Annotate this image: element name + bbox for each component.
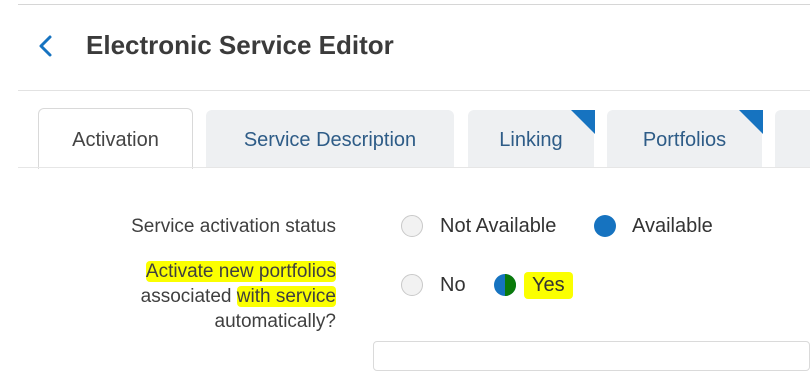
tab-bar: Activation Service Description Linking P… [0, 108, 810, 169]
corner-marker-icon [739, 110, 763, 134]
tab-partial[interactable] [775, 110, 810, 168]
radio-not-available[interactable] [401, 215, 423, 237]
next-field-box[interactable] [373, 341, 810, 371]
top-divider [18, 4, 810, 5]
tab-baseline [18, 167, 810, 168]
page-title: Electronic Service Editor [86, 30, 394, 60]
header-divider [18, 90, 810, 91]
option-not-available-label: Not Available [440, 215, 557, 237]
label-line-2-start: associated [140, 286, 237, 307]
tab-linking[interactable]: Linking [468, 110, 595, 168]
activation-status-label: Service activation status [131, 216, 336, 237]
radio-no[interactable] [401, 274, 423, 296]
label-line-1: Activate new portfolios [145, 261, 336, 282]
corner-marker-icon [571, 110, 595, 134]
radio-available[interactable] [594, 215, 616, 237]
radio-yes[interactable] [494, 274, 516, 296]
label-line-3: automatically? [214, 311, 336, 332]
back-button[interactable] [30, 29, 64, 63]
page-header: Electronic Service Editor [0, 20, 810, 76]
option-yes-label: Yes [524, 272, 573, 299]
option-available-label: Available [632, 215, 713, 237]
tab-label: Service Description [243, 129, 417, 151]
tab-portfolios[interactable]: Portfolios [607, 110, 763, 168]
radio-yes-highlight [505, 274, 516, 296]
chevron-left-icon [39, 35, 52, 57]
tab-service-description[interactable]: Service Description [206, 110, 454, 168]
tab-label: Activation [72, 129, 159, 151]
tab-activation[interactable]: Activation [38, 108, 193, 169]
label-line-2-highlight: with service [236, 286, 336, 307]
option-no-label: No [440, 274, 466, 296]
auto-activate-label: Activate new portfolios associated with … [141, 259, 336, 334]
